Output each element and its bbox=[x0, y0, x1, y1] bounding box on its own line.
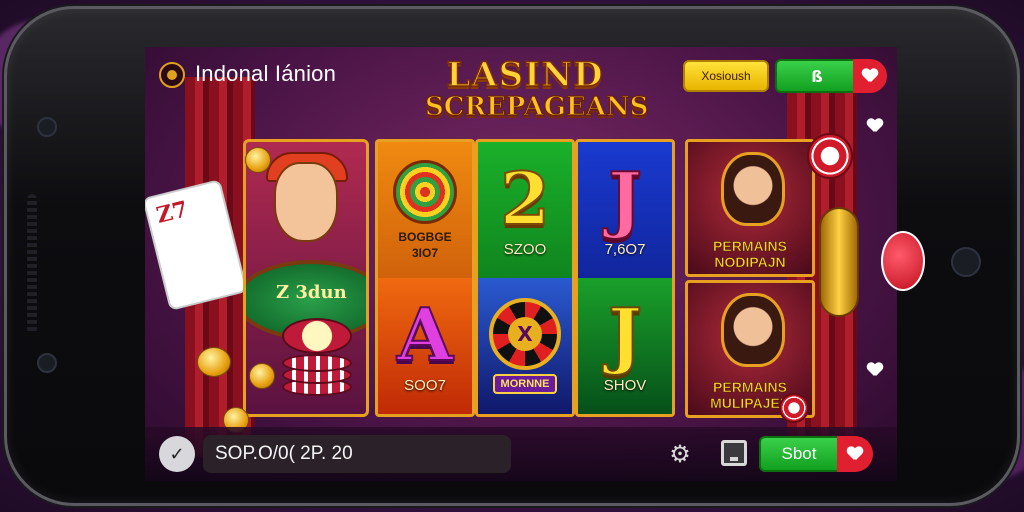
player-name: Indonal Iánion bbox=[195, 61, 337, 86]
chip-top bbox=[282, 318, 352, 354]
heart-icon bbox=[862, 69, 878, 83]
box-icon[interactable] bbox=[721, 440, 747, 466]
phone-frame: Indonal Iánion LASIND SCREPAGEANS Xosiou… bbox=[4, 6, 1020, 506]
number-two-symbol: 2 bbox=[499, 155, 551, 241]
casino-chip bbox=[779, 393, 809, 423]
bet-info-field[interactable]: SOP.O/0( 2P. 20 bbox=[203, 435, 511, 473]
promo-1-text: PERMAINS NODIPAJN bbox=[688, 238, 812, 271]
table-text: Z 3dun bbox=[276, 282, 347, 303]
letter-j-symbol: J bbox=[607, 155, 643, 241]
sensor-icon bbox=[37, 353, 57, 373]
favorite-button[interactable] bbox=[853, 59, 887, 93]
letter-a-symbol: A bbox=[396, 291, 454, 377]
dealer-character bbox=[274, 162, 338, 242]
speaker-grille bbox=[27, 194, 37, 334]
gear-icon: ⚙ bbox=[669, 440, 691, 468]
heart-icon bbox=[847, 447, 863, 461]
promo-character bbox=[721, 152, 785, 226]
logo-line1: LASIND bbox=[446, 55, 604, 95]
reel-3[interactable]: J 7,6O7 J SHOV bbox=[575, 139, 675, 417]
settings-button[interactable]: ⚙ bbox=[665, 439, 695, 469]
menu-button[interactable]: ß bbox=[775, 59, 859, 93]
reel-1-bottom-label: SOO7 bbox=[404, 376, 446, 394]
logo-line2: SCREPAGEANS bbox=[424, 92, 649, 122]
reel-1[interactable]: BOGBGE 3IO7 A SOO7 bbox=[375, 139, 475, 417]
promo-1-line2: NODIPAJN bbox=[714, 254, 786, 271]
slot-reels: Z 3dun BOGBGE 3IO7 A SOO7 2 SZOO X MORNN… bbox=[239, 137, 819, 421]
casino-chip bbox=[807, 133, 853, 179]
chip-stack bbox=[282, 318, 352, 398]
bonus-button[interactable] bbox=[837, 436, 873, 472]
reel-2-badge: MORNNE bbox=[492, 374, 558, 394]
deposit-button[interactable]: Xosioush bbox=[683, 60, 769, 92]
side-action-button[interactable] bbox=[881, 231, 925, 291]
gold-coin bbox=[245, 147, 271, 173]
reel-3-top-cell: J 7,6O7 bbox=[578, 142, 672, 278]
heart-icon bbox=[867, 363, 883, 377]
gold-coin bbox=[197, 347, 231, 377]
roulette-symbol: X bbox=[489, 298, 561, 370]
reel-3-bottom-label: SHOV bbox=[603, 376, 647, 394]
chip bbox=[282, 354, 352, 372]
game-logo: LASIND SCREPAGEANS bbox=[424, 55, 649, 122]
gold-wheel-decoration bbox=[819, 207, 859, 317]
reel-2-top-cell: 2 SZOO bbox=[478, 142, 572, 278]
reel-1-top-label: BOGBGE bbox=[398, 230, 452, 244]
reel-1-top-sub: 3IO7 bbox=[411, 246, 438, 260]
front-camera-icon bbox=[37, 117, 57, 137]
reel-2-top-label: SZOO bbox=[503, 240, 547, 258]
reel-1-bottom-cell: A SOO7 bbox=[378, 278, 472, 414]
card-text: Z7 bbox=[153, 196, 191, 229]
reel-3-top-label: 7,6O7 bbox=[604, 240, 646, 258]
promo-1-line1: PERMAINS bbox=[713, 238, 787, 255]
game-screen: Indonal Iánion LASIND SCREPAGEANS Xosiou… bbox=[145, 47, 897, 481]
reel-3-bottom-cell: J SHOV bbox=[578, 278, 672, 414]
roulette-center: X bbox=[508, 317, 542, 351]
gold-coin bbox=[249, 363, 275, 389]
coin-icon[interactable] bbox=[159, 62, 185, 88]
start-button[interactable]: Sbot bbox=[759, 436, 839, 472]
top-bar: Indonal Iánion LASIND SCREPAGEANS Xosiou… bbox=[145, 47, 897, 122]
rear-camera-icon bbox=[951, 247, 981, 277]
lollipop-symbol bbox=[393, 160, 457, 224]
promo-card-1[interactable]: PERMAINS NODIPAJN bbox=[685, 139, 815, 277]
check-button[interactable]: ✓ bbox=[159, 436, 195, 472]
letter-j-symbol: J bbox=[607, 291, 643, 377]
reel-2[interactable]: 2 SZOO X MORNNE bbox=[475, 139, 575, 417]
heart-icon bbox=[867, 119, 883, 133]
promo-character bbox=[721, 293, 785, 367]
reel-1-top-cell: BOGBGE 3IO7 bbox=[378, 142, 472, 278]
bottom-bar: ✓ SOP.O/0( 2P. 20 ⚙ Sbot bbox=[145, 427, 897, 481]
reel-2-bottom-cell: X MORNNE bbox=[478, 278, 572, 414]
check-icon: ✓ bbox=[169, 443, 185, 465]
